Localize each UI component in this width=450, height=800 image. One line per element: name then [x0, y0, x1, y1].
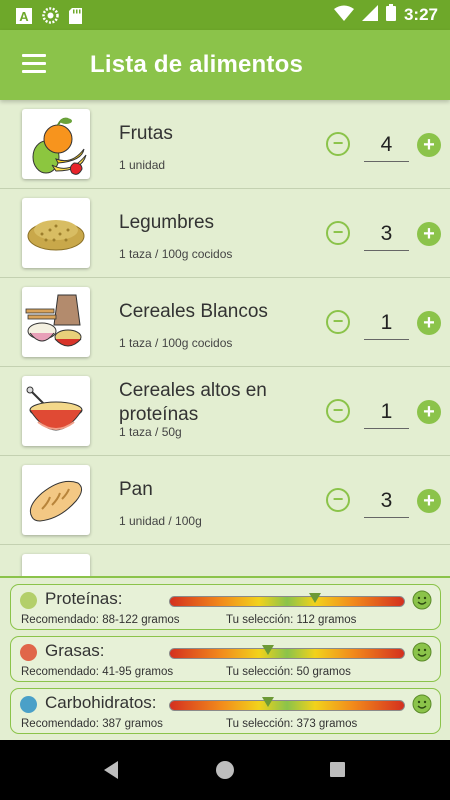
battery-icon — [385, 4, 396, 26]
legumes-icon — [22, 198, 90, 268]
decrease-button[interactable]: − — [326, 488, 350, 512]
food-name: Legumbres — [119, 212, 215, 233]
protein-cereals-icon — [22, 376, 90, 446]
macro-selection: Tu selección: 112 gramos — [226, 614, 357, 626]
food-portion: 1 taza / 50g — [119, 425, 182, 439]
sync-icon — [42, 7, 59, 29]
food-row-pan: Pan 1 unidad / 100g − 3 + — [0, 456, 450, 545]
smiley-face-icon — [412, 694, 432, 714]
smiley-face-icon — [412, 642, 432, 662]
food-name: Pan — [119, 479, 153, 500]
increase-button[interactable]: + — [417, 311, 441, 335]
food-name: Cereales Blancos — [119, 301, 268, 322]
fruits-icon — [22, 109, 90, 179]
macro-recommended: Recomendado: 387 gramos — [21, 718, 163, 730]
food-name: Frutas — [119, 123, 173, 144]
carbs-icon — [20, 696, 37, 713]
food-list[interactable]: Frutas 1 unidad − 4 + Legumbres 1 taza /… — [0, 100, 450, 576]
system-nav-bar — [0, 740, 450, 800]
sd-card-icon — [69, 7, 82, 29]
fat-icon — [20, 644, 37, 661]
quantity-field[interactable]: 3 — [364, 486, 409, 518]
decrease-button[interactable]: − — [326, 221, 350, 245]
increase-button[interactable]: + — [417, 133, 441, 157]
hamburger-menu-icon[interactable] — [22, 54, 48, 76]
food-row-cereales-blancos: Cereales Blancos 1 taza / 100g cocidos −… — [0, 278, 450, 367]
macro-gauge — [169, 593, 405, 607]
gauge-marker — [262, 645, 275, 655]
food-portion: 1 unidad / 100g — [119, 514, 202, 528]
app-bar: Lista de alimentos — [0, 30, 450, 100]
back-icon[interactable] — [104, 761, 118, 779]
macro-recommended: Recomendado: 88-122 gramos — [21, 614, 180, 626]
decrease-button[interactable]: − — [326, 310, 350, 334]
status-time: 3:27 — [403, 5, 438, 24]
increase-button[interactable]: + — [417, 489, 441, 513]
food-portion: 1 taza / 100g cocidos — [119, 336, 233, 350]
increase-button[interactable]: + — [417, 222, 441, 246]
protein-icon — [20, 592, 37, 609]
bread-icon — [22, 465, 90, 535]
notification-a-icon: A — [16, 7, 32, 29]
gauge-marker — [309, 593, 322, 603]
food-name: Cereales altos en proteínas — [119, 380, 267, 425]
quantity-field[interactable]: 3 — [364, 219, 409, 251]
macro-gauge — [169, 697, 405, 711]
decrease-button[interactable]: − — [326, 399, 350, 423]
quantity-field[interactable]: 1 — [364, 308, 409, 340]
food-portion: 1 unidad — [119, 158, 166, 172]
status-bar: A 3:27 — [0, 0, 450, 30]
home-icon[interactable] — [216, 761, 234, 779]
macros-panel: Proteínas: Recomendado: 88-122 gramos Tu… — [0, 576, 450, 740]
recents-icon[interactable] — [330, 762, 345, 777]
meat-icon — [22, 554, 90, 576]
food-row-legumbres: Legumbres 1 taza / 100g cocidos − 3 + — [0, 189, 450, 278]
macro-proteinas: Proteínas: Recomendado: 88-122 gramos Tu… — [10, 584, 441, 630]
food-row-frutas: Frutas 1 unidad − 4 + — [0, 100, 450, 189]
macro-recommended: Recomendado: 41-95 gramos — [21, 666, 174, 678]
macro-label: Grasas: — [45, 641, 105, 660]
smiley-face-icon — [412, 590, 432, 610]
food-row-cereales-altos-en-proteinas: Cereales altos en proteínas 1 taza / 50g… — [0, 367, 450, 456]
page-title: Lista de alimentos — [90, 51, 303, 78]
quantity-field[interactable]: 4 — [364, 130, 409, 162]
gauge-marker — [262, 697, 275, 707]
svg-text:A: A — [19, 9, 29, 24]
macro-selection: Tu selección: 373 gramos — [226, 718, 358, 730]
food-portion: 1 taza / 100g cocidos — [119, 247, 233, 261]
macro-label: Carbohidratos: — [45, 693, 157, 712]
macro-gauge — [169, 645, 405, 659]
quantity-field[interactable]: 1 — [364, 397, 409, 429]
signal-icon — [361, 4, 378, 26]
macro-carbohidratos: Carbohidratos: Recomendado: 387 gramos T… — [10, 688, 441, 734]
decrease-button[interactable]: − — [326, 132, 350, 156]
white-cereals-icon — [22, 287, 90, 357]
macro-grasas: Grasas: Recomendado: 41-95 gramos Tu sel… — [10, 636, 441, 682]
increase-button[interactable]: + — [417, 400, 441, 424]
wifi-icon — [333, 5, 354, 26]
macro-label: Proteínas: — [45, 589, 123, 608]
macro-selection: Tu selección: 50 gramos — [226, 666, 351, 678]
food-row-partial — [0, 545, 450, 576]
